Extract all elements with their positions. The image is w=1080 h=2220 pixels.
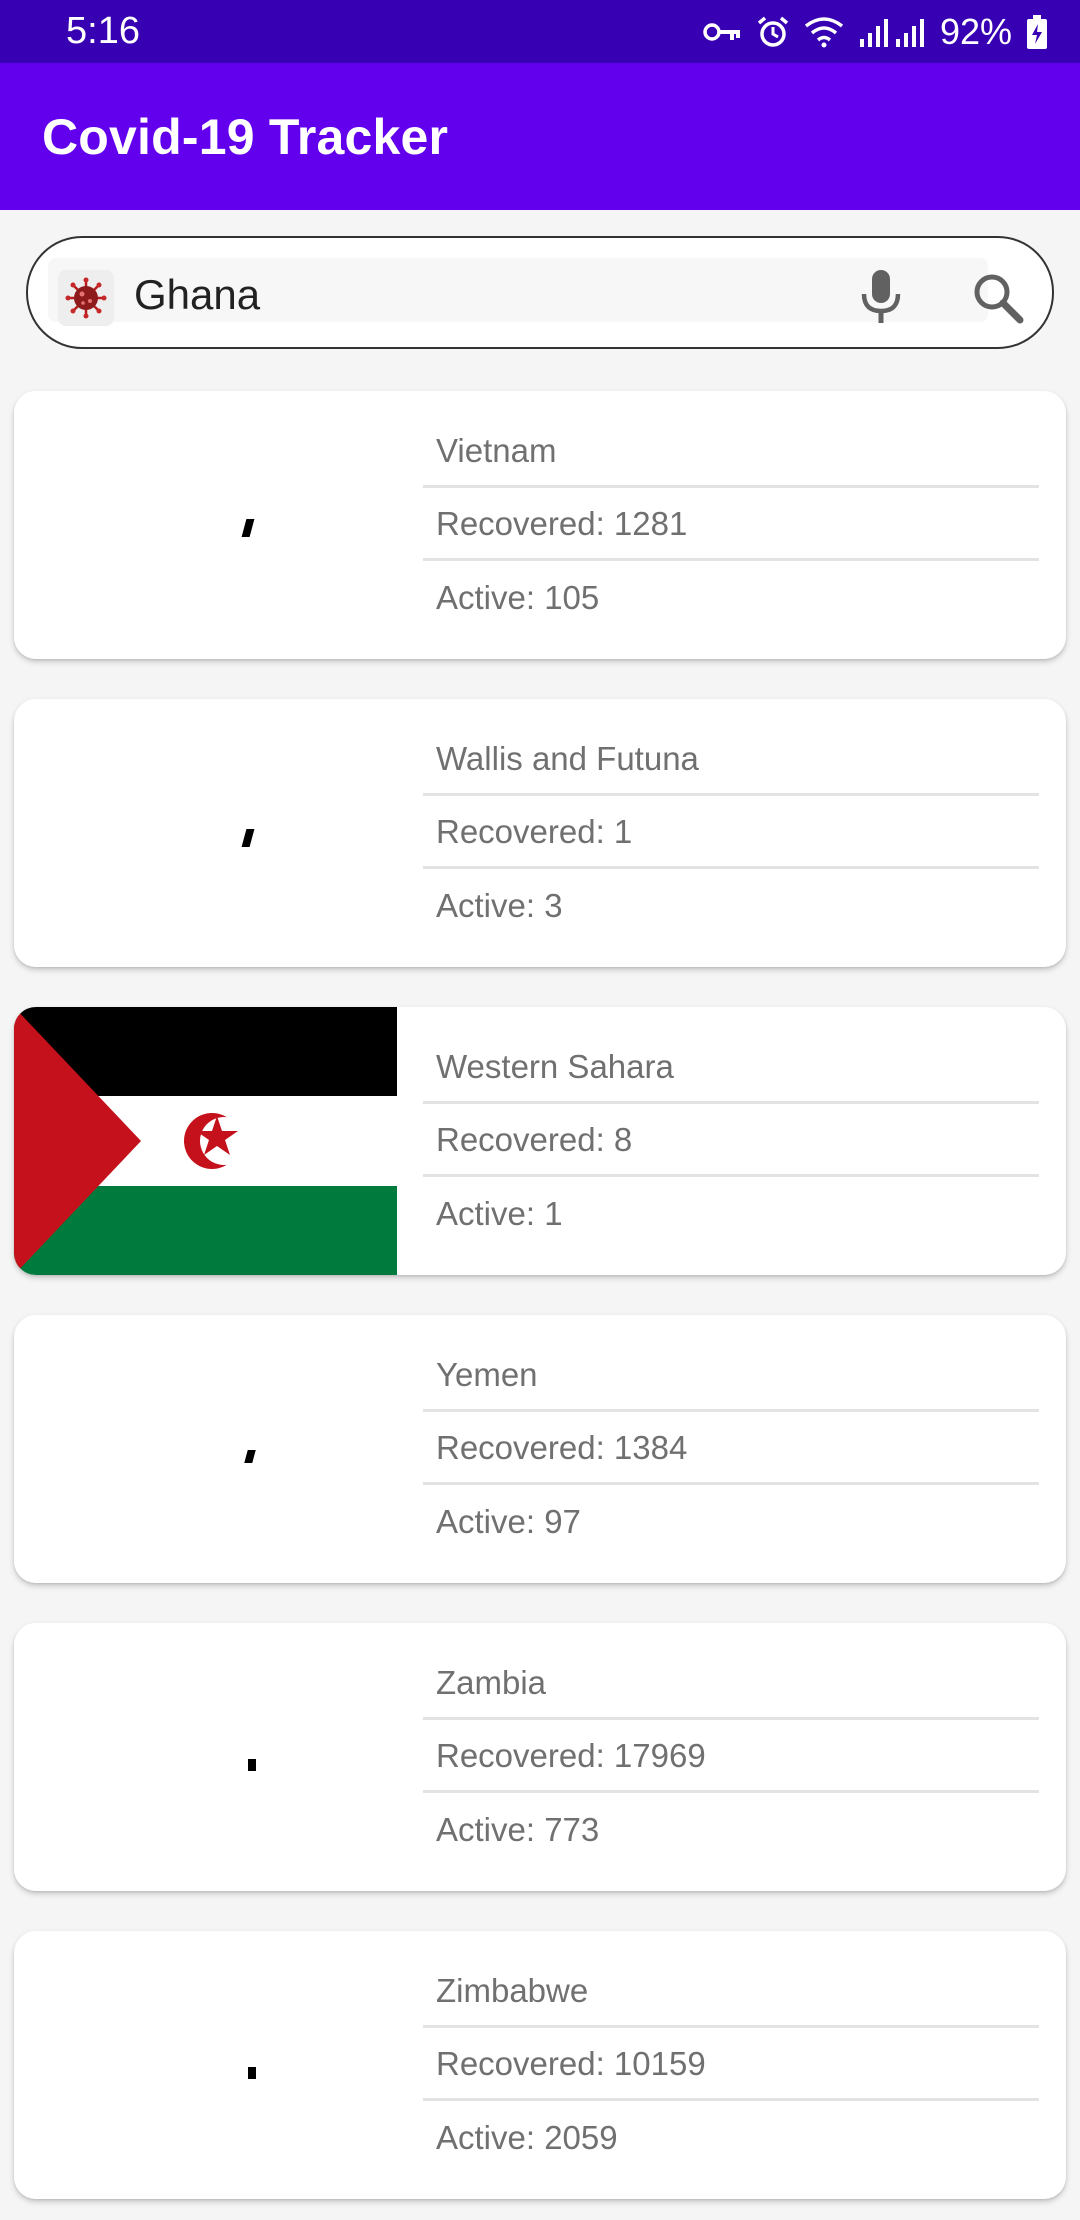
country-name: Yemen bbox=[423, 1340, 1039, 1412]
signal-icon bbox=[858, 17, 926, 47]
battery-icon bbox=[1026, 14, 1048, 49]
country-card[interactable]: Zimbabwe Recovered: 10159 Active: 2059 bbox=[14, 1931, 1066, 2199]
flag-loading-indicator bbox=[248, 1759, 256, 1771]
virus-icon bbox=[58, 270, 114, 326]
country-name: Zambia bbox=[423, 1648, 1039, 1720]
flag-image bbox=[14, 391, 397, 659]
active-count: Active: 773 bbox=[436, 1811, 600, 1848]
content: Vietnam Recovered: 1281 Active: 105 Wall… bbox=[0, 210, 1080, 2220]
active-count: Active: 97 bbox=[436, 1503, 581, 1540]
search-input[interactable] bbox=[134, 260, 834, 330]
country-info: Yemen Recovered: 1384 Active: 97 bbox=[423, 1315, 1039, 1583]
flag-image bbox=[14, 1931, 397, 2199]
country-info: Wallis and Futuna Recovered: 1 Active: 3 bbox=[423, 699, 1039, 967]
flag-loading-indicator bbox=[241, 829, 255, 847]
flag-image bbox=[14, 1623, 397, 1891]
country-info: Zimbabwe Recovered: 10159 Active: 2059 bbox=[423, 1931, 1039, 2199]
active-count: Active: 2059 bbox=[436, 2119, 618, 2156]
status-bar: 5:16 92% bbox=[0, 0, 1080, 63]
app-bar: Covid-19 Tracker bbox=[0, 63, 1080, 210]
recovered-count: Recovered: 1384 bbox=[423, 1413, 1039, 1485]
recovered-count: Recovered: 10159 bbox=[423, 2029, 1039, 2101]
flag-image bbox=[14, 699, 397, 967]
recovered-count: Recovered: 1 bbox=[423, 797, 1039, 869]
country-name: Western Sahara bbox=[423, 1032, 1039, 1104]
recovered-count: Recovered: 17969 bbox=[423, 1721, 1039, 1793]
key-icon bbox=[702, 20, 742, 44]
recovered-count: Recovered: 8 bbox=[423, 1105, 1039, 1177]
flag-image bbox=[14, 1007, 397, 1275]
wifi-icon bbox=[804, 16, 844, 48]
flag-loading-indicator bbox=[244, 1450, 256, 1463]
search-icon[interactable] bbox=[972, 272, 1024, 329]
recovered-count: Recovered: 1281 bbox=[423, 489, 1039, 561]
country-card[interactable]: Western Sahara Recovered: 8 Active: 1 bbox=[14, 1007, 1066, 1275]
alarm-icon bbox=[756, 15, 790, 49]
battery-percent: 92% bbox=[939, 10, 1012, 52]
status-time: 5:16 bbox=[66, 10, 140, 52]
country-info: Zambia Recovered: 17969 Active: 773 bbox=[423, 1623, 1039, 1891]
country-card[interactable]: Wallis and Futuna Recovered: 1 Active: 3 bbox=[14, 699, 1066, 967]
country-name: Vietnam bbox=[423, 416, 1039, 488]
status-icons: 92% bbox=[702, 11, 1048, 53]
country-card[interactable]: Zambia Recovered: 17969 Active: 773 bbox=[14, 1623, 1066, 1891]
country-card[interactable]: Yemen Recovered: 1384 Active: 97 bbox=[14, 1315, 1066, 1583]
flag-image bbox=[14, 1315, 397, 1583]
country-card[interactable]: Vietnam Recovered: 1281 Active: 105 bbox=[14, 391, 1066, 659]
country-name: Wallis and Futuna bbox=[423, 724, 1039, 796]
western-sahara-flag-icon bbox=[14, 1007, 397, 1275]
mic-icon[interactable] bbox=[859, 270, 903, 329]
country-info: Vietnam Recovered: 1281 Active: 105 bbox=[423, 391, 1039, 659]
active-count: Active: 105 bbox=[436, 579, 600, 616]
flag-loading-indicator bbox=[248, 2067, 256, 2079]
app-title: Covid-19 Tracker bbox=[42, 108, 449, 165]
active-count: Active: 3 bbox=[436, 887, 563, 924]
search-bar[interactable] bbox=[26, 236, 1054, 349]
active-count: Active: 1 bbox=[436, 1195, 563, 1232]
country-name: Zimbabwe bbox=[423, 1956, 1039, 2028]
flag-loading-indicator bbox=[241, 519, 255, 537]
country-info: Western Sahara Recovered: 8 Active: 1 bbox=[423, 1007, 1039, 1275]
